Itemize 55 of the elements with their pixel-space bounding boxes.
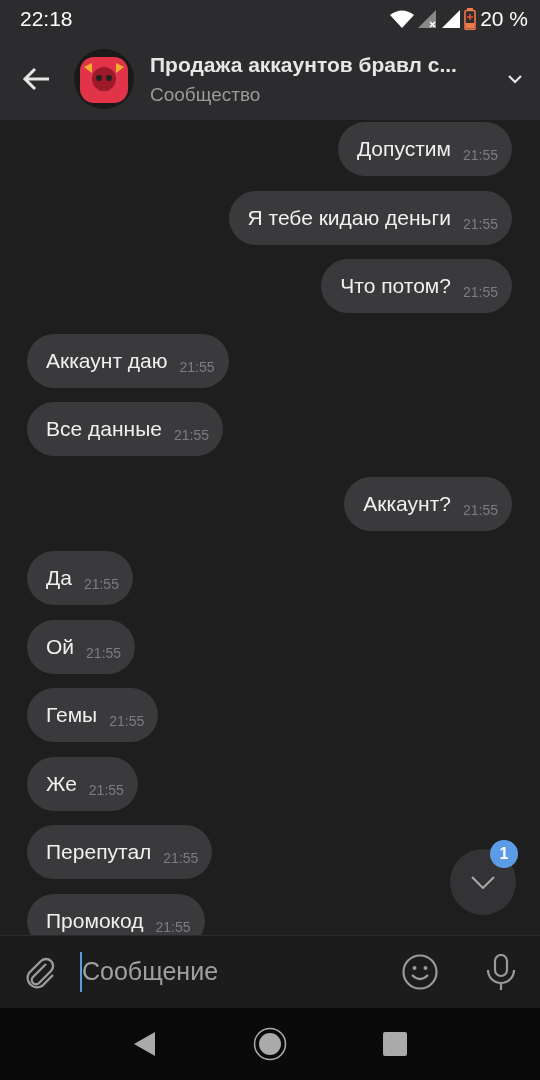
chat-subtitle: Сообщество xyxy=(150,82,262,107)
message-text: Все данные xyxy=(46,416,162,443)
message-text: Перепутал xyxy=(46,839,152,866)
message-text: Допустим xyxy=(356,136,451,163)
message-text: Ой xyxy=(46,633,75,660)
attach-icon[interactable] xyxy=(24,955,56,989)
message-time: 21:55 xyxy=(163,849,199,868)
message-time: 21:55 xyxy=(173,426,209,445)
wifi-icon xyxy=(390,10,415,28)
message-bubble[interactable]: Перепутал 21:55 xyxy=(27,825,213,879)
message-bubble[interactable]: Промокод 21:55 xyxy=(27,893,205,935)
microphone-icon[interactable] xyxy=(486,954,516,990)
message-text: Да xyxy=(46,565,72,592)
message-bubble[interactable]: Аккаунт даю 21:55 xyxy=(27,333,229,388)
unread-count: 1 xyxy=(490,840,518,868)
message-input[interactable]: Сообщение xyxy=(80,952,394,992)
message-bubble[interactable]: Все данные 21:55 xyxy=(27,402,223,456)
message-bubble[interactable]: Да 21:55 xyxy=(27,551,133,605)
message-bubble[interactable]: Что потом? 21:55 xyxy=(321,259,512,313)
message-time: 21:55 xyxy=(462,214,498,234)
message-text: Я тебе кидаю деньги xyxy=(247,204,451,231)
status-time: 22:18 xyxy=(20,6,73,33)
message-time: 21:55 xyxy=(462,283,498,302)
message-bubble[interactable]: Аккаунт? 21:55 xyxy=(344,476,512,531)
message-text: Что потом? xyxy=(340,273,451,300)
message-time: 21:55 xyxy=(462,500,498,520)
back-icon[interactable] xyxy=(133,1031,157,1057)
message-time: 21:55 xyxy=(83,575,119,594)
message-time: 21:55 xyxy=(179,357,215,377)
message-time: 21:55 xyxy=(109,712,145,731)
message-bubble[interactable]: Же 21:55 xyxy=(27,756,138,811)
message-time: 21:55 xyxy=(88,780,124,800)
message-text: Же xyxy=(46,770,77,797)
no-sim-signal-icon xyxy=(418,10,439,28)
avatar-icon[interactable] xyxy=(74,49,134,109)
message-text: Аккаунт? xyxy=(363,490,451,517)
home-icon[interactable] xyxy=(253,1027,287,1061)
message-time: 21:55 xyxy=(155,917,191,935)
chevron-down-icon[interactable] xyxy=(508,74,522,84)
chat-title[interactable]: Продажа аккаунтов бравл с... xyxy=(150,49,508,81)
emoji-icon[interactable] xyxy=(402,954,438,990)
message-time: 21:55 xyxy=(462,146,498,165)
battery-level: 20 % xyxy=(480,6,528,33)
message-bubble[interactable]: Я тебе кидаю деньги 21:55 xyxy=(228,190,512,245)
battery-icon xyxy=(464,8,477,30)
message-bubble[interactable]: Ой 21:55 xyxy=(27,619,136,674)
signal-icon xyxy=(442,10,461,28)
message-bubble[interactable]: Гемы 21:55 xyxy=(27,688,159,742)
message-text: Промокод xyxy=(46,907,144,934)
message-bubble[interactable]: Допустим 21:55 xyxy=(337,122,512,176)
chevron-down-icon xyxy=(471,875,495,889)
back-arrow-icon[interactable] xyxy=(22,67,50,91)
message-text: Аккаунт даю xyxy=(46,347,168,374)
message-text: Гемы xyxy=(46,702,98,729)
message-time: 21:55 xyxy=(86,643,122,663)
